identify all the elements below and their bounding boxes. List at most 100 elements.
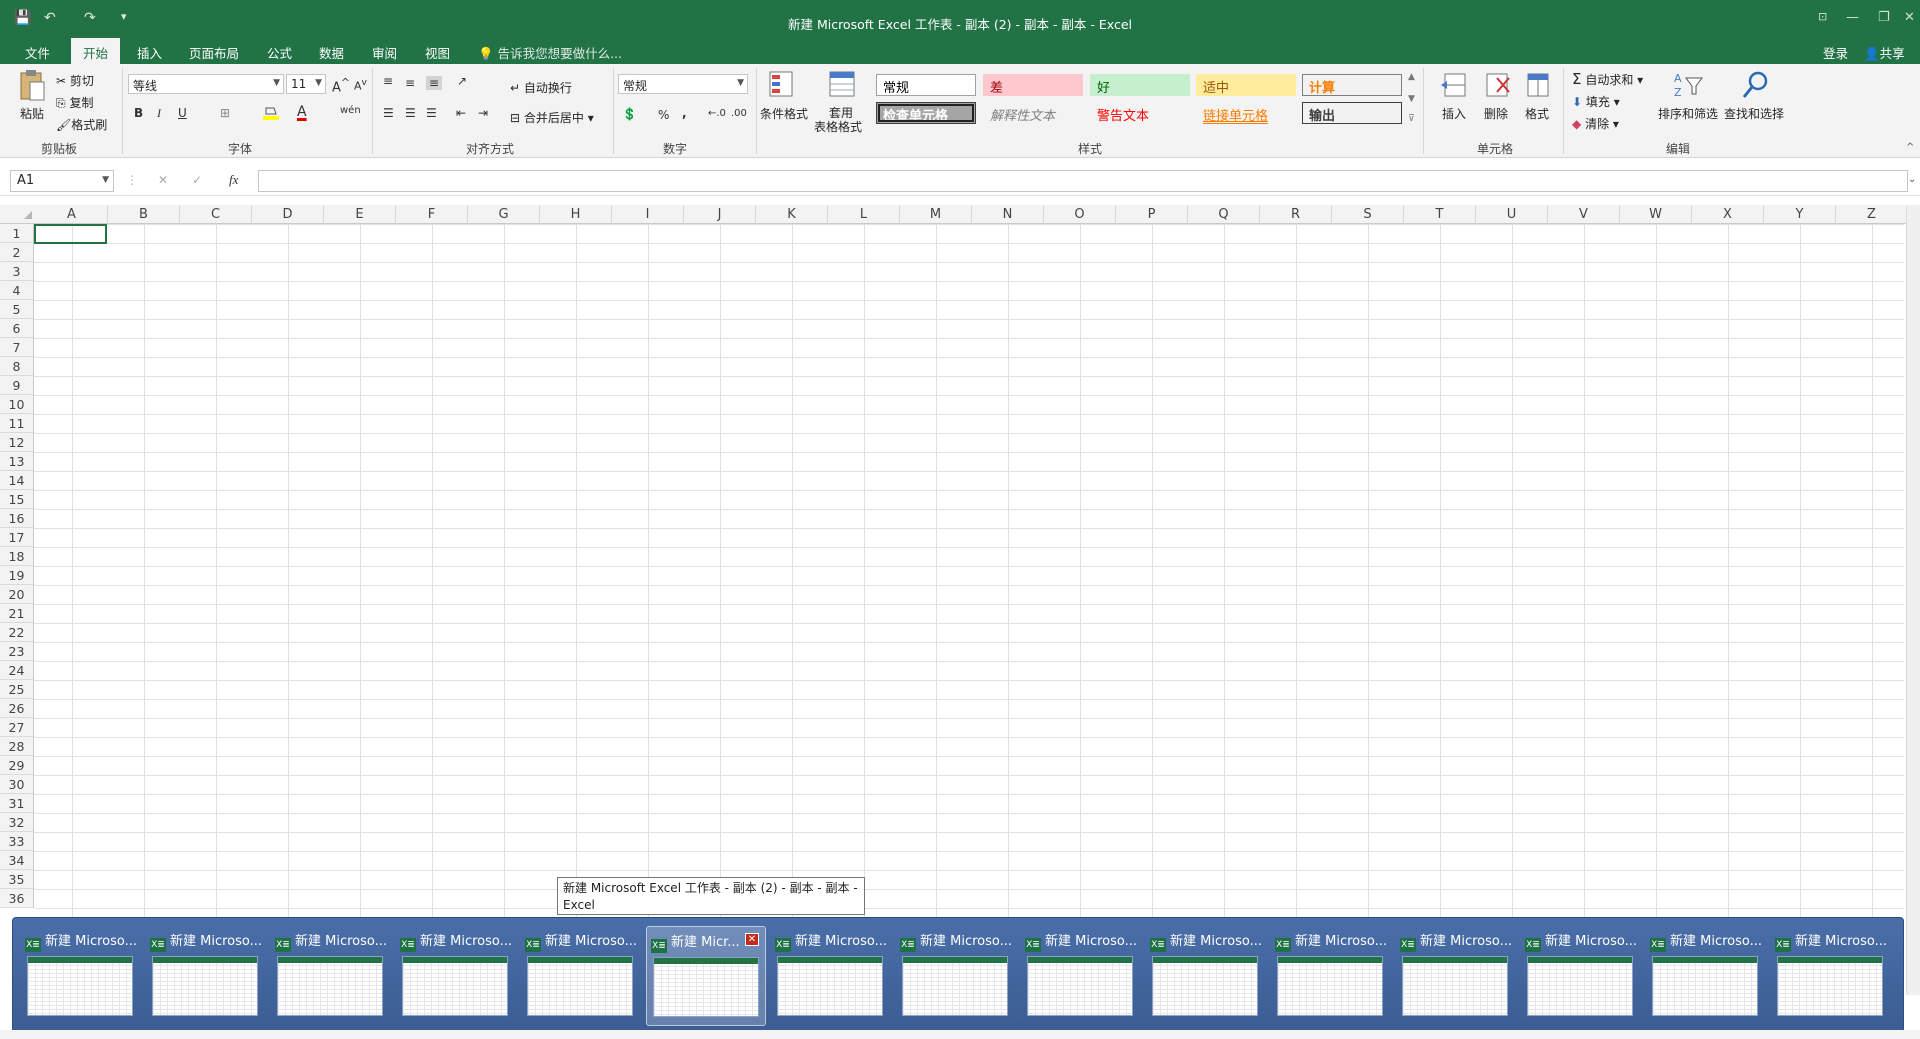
window-thumbnail[interactable]: X≣ 新建 Microso... (521, 926, 641, 1026)
gallery-more-icon[interactable]: ⊽ (1408, 114, 1415, 124)
window-thumbnail[interactable]: X≣ 新建 Microso... (271, 926, 391, 1026)
window-thumbnail[interactable]: X≣ 新建 Microso... (1021, 926, 1141, 1026)
gallery-down-icon[interactable]: ▼ (1408, 94, 1415, 104)
cell-style-3[interactable]: 适中 (1196, 74, 1296, 96)
insert-cells-label[interactable]: 插入 (1442, 105, 1466, 122)
cell-style-1[interactable]: 差 (983, 74, 1083, 96)
cell-style-5[interactable]: 检查单元格 (876, 102, 976, 124)
fill-button[interactable]: ⬇ 填充 ▾ (1572, 93, 1620, 110)
close-icon[interactable]: ✕ (745, 933, 759, 946)
window-thumbnail[interactable]: X≣ 新建 Microso... (896, 926, 1016, 1026)
percent-button[interactable]: % (658, 108, 669, 122)
column-header-O[interactable]: O (1044, 205, 1116, 224)
number-format-select[interactable]: 常规 ▼ (618, 74, 748, 94)
cell-style-4[interactable]: 计算 (1302, 74, 1402, 96)
sort-filter-label[interactable]: 排序和筛选 (1658, 105, 1718, 122)
sort-filter-icon[interactable]: AZ (1674, 70, 1703, 100)
decrease-indent-icon[interactable]: ⇤ (456, 106, 466, 120)
row-header-35[interactable]: 35 (0, 870, 33, 889)
row-header-7[interactable]: 7 (0, 338, 33, 357)
column-header-H[interactable]: H (540, 205, 612, 224)
increase-indent-icon[interactable]: ⇥ (478, 106, 488, 120)
tab-data[interactable]: 数据 (319, 43, 344, 62)
sign-in-link[interactable]: 登录 (1823, 43, 1848, 62)
cell-style-9[interactable]: 输出 (1302, 102, 1402, 124)
column-header-U[interactable]: U (1476, 205, 1548, 224)
column-header-P[interactable]: P (1116, 205, 1188, 224)
delete-cells-label[interactable]: 删除 (1484, 105, 1508, 122)
tab-page-layout[interactable]: 页面布局 (189, 43, 239, 62)
fill-color-icon[interactable] (262, 105, 280, 124)
column-header-K[interactable]: K (756, 205, 828, 224)
row-header-1[interactable]: 1 (0, 224, 33, 243)
decrease-font-icon[interactable]: Av (354, 77, 367, 93)
row-header-30[interactable]: 30 (0, 775, 33, 794)
tab-insert[interactable]: 插入 (137, 43, 162, 62)
row-header-16[interactable]: 16 (0, 509, 33, 528)
bold-button[interactable]: B (134, 106, 143, 120)
expand-formula-icon[interactable]: ⌄ (1908, 174, 1916, 185)
ribbon-display-options-icon[interactable]: ⊡ (1818, 10, 1827, 23)
column-header-Q[interactable]: Q (1188, 205, 1260, 224)
merge-center-button[interactable]: ⊟ 合并后居中 ▾ (510, 109, 594, 126)
align-middle-icon[interactable]: ≡ (405, 76, 415, 90)
active-cell-selection[interactable] (34, 224, 107, 244)
window-thumbnail[interactable]: X≣ 新建 Microso... (1146, 926, 1266, 1026)
italic-button[interactable]: I (157, 106, 161, 121)
column-header-Y[interactable]: Y (1764, 205, 1836, 224)
row-header-25[interactable]: 25 (0, 680, 33, 699)
row-header-10[interactable]: 10 (0, 395, 33, 414)
cell-style-8[interactable]: 链接单元格 (1196, 102, 1296, 124)
window-thumbnail[interactable]: X≣ 新建 Microso... (1396, 926, 1516, 1026)
paste-label[interactable]: 粘贴 (20, 105, 44, 122)
column-header-G[interactable]: G (468, 205, 540, 224)
column-header-Z[interactable]: Z (1836, 205, 1908, 224)
gallery-up-icon[interactable]: ▲ (1408, 72, 1415, 82)
row-header-8[interactable]: 8 (0, 357, 33, 376)
row-header-26[interactable]: 26 (0, 699, 33, 718)
format-cells-icon[interactable] (1524, 70, 1552, 100)
column-header-V[interactable]: V (1548, 205, 1620, 224)
row-header-22[interactable]: 22 (0, 623, 33, 642)
paste-icon[interactable] (18, 70, 46, 101)
row-header-24[interactable]: 24 (0, 661, 33, 680)
increase-decimal-icon[interactable]: ←.0 (708, 108, 726, 119)
row-header-9[interactable]: 9 (0, 376, 33, 395)
cell-style-0[interactable]: 常规 (876, 74, 976, 96)
window-thumbnail[interactable]: X≣ 新建 Microso... (1771, 926, 1891, 1026)
conditional-format-label[interactable]: 条件格式 (760, 105, 808, 122)
tell-me-search[interactable]: 💡 告诉我您想要做什么... (478, 43, 622, 62)
formula-input[interactable] (258, 170, 1908, 192)
column-header-S[interactable]: S (1332, 205, 1404, 224)
align-top-icon[interactable]: ≡ (383, 74, 393, 88)
conditional-format-icon[interactable] (768, 70, 796, 100)
window-thumbnail[interactable]: X≣ 新建 Microso... (1521, 926, 1641, 1026)
increase-font-icon[interactable]: A^ (332, 76, 350, 95)
row-header-31[interactable]: 31 (0, 794, 33, 813)
phonetic-icon[interactable]: wén (340, 105, 361, 116)
select-all-corner[interactable] (24, 211, 32, 219)
column-header-A[interactable]: A (36, 205, 108, 224)
tab-file[interactable]: 文件 (25, 43, 50, 62)
column-header-I[interactable]: I (612, 205, 684, 224)
font-name-select[interactable]: 等线 ▼ (128, 74, 284, 94)
tab-formulas[interactable]: 公式 (267, 43, 292, 62)
find-select-label[interactable]: 查找和选择 (1724, 105, 1784, 122)
column-header-L[interactable]: L (828, 205, 900, 224)
format-as-table-icon[interactable] (828, 70, 856, 100)
row-header-27[interactable]: 27 (0, 718, 33, 737)
row-header-29[interactable]: 29 (0, 756, 33, 775)
row-header-2[interactable]: 2 (0, 243, 33, 262)
borders-icon[interactable]: ⊞ (220, 106, 230, 120)
align-center-icon[interactable]: ☰ (405, 106, 416, 120)
row-header-3[interactable]: 3 (0, 262, 33, 281)
row-header-11[interactable]: 11 (0, 414, 33, 433)
cut-button[interactable]: ✂ 剪切 (56, 72, 94, 89)
align-right-icon[interactable]: ☰ (426, 106, 437, 120)
align-left-icon[interactable]: ☰ (383, 106, 394, 120)
tab-home[interactable]: 开始 (71, 38, 121, 64)
font-size-select[interactable]: 11 ▼ (286, 74, 326, 94)
window-thumbnail[interactable]: X≣ 新建 Micr... ✕ (646, 926, 766, 1026)
column-header-B[interactable]: B (108, 205, 180, 224)
row-header-21[interactable]: 21 (0, 604, 33, 623)
